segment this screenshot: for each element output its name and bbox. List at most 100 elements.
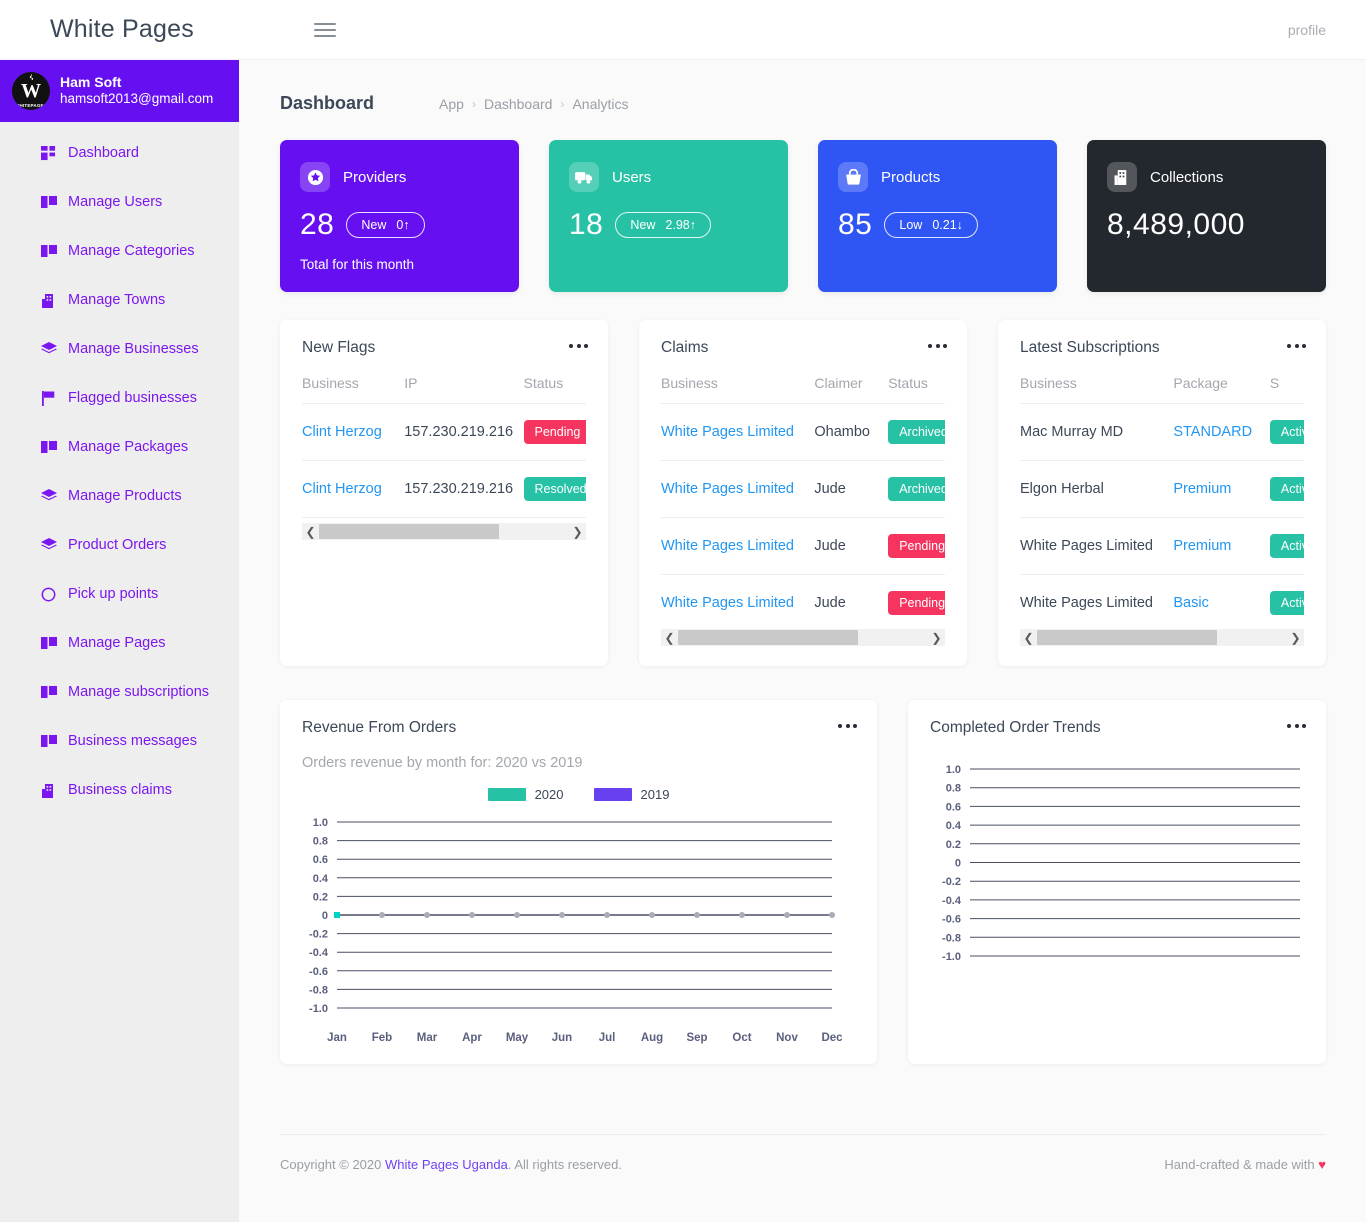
scroll-right-icon[interactable]: ❯: [569, 523, 586, 540]
legend-item-2019[interactable]: 2019: [593, 787, 669, 802]
sidebar-item-manage-packages[interactable]: Manage Packages: [0, 432, 239, 462]
business-cell[interactable]: Clint Herzog: [302, 460, 405, 518]
package-cell-text[interactable]: Premium: [1173, 481, 1231, 497]
panel-menu-icon[interactable]: [1287, 339, 1306, 348]
panel-title: Claims: [661, 339, 709, 356]
new-flags-hscrollbar[interactable]: ❮ ❯: [302, 523, 586, 540]
app-brand[interactable]: White Pages: [50, 15, 194, 44]
profile-link[interactable]: profile: [1288, 22, 1326, 38]
stat-card-users[interactable]: Users 18 New 2.98↑: [549, 140, 788, 292]
status-cell: Active: [1269, 460, 1304, 518]
breadcrumb-item[interactable]: Dashboard: [484, 96, 553, 112]
package-cell[interactable]: Premium: [1173, 460, 1270, 518]
package-cell[interactable]: Premium: [1173, 517, 1270, 575]
footer-link[interactable]: White Pages Uganda: [385, 1157, 508, 1172]
page-header: Dashboard App › Dashboard › Analytics: [239, 60, 1366, 114]
sidebar-item-flagged-businesses[interactable]: Flagged businesses: [0, 383, 239, 413]
stat-pill-value: 2.98↑: [665, 218, 696, 232]
stat-card-products[interactable]: Products 85 Low 0.21↓: [818, 140, 1057, 292]
claims-table: Business Claimer Status White Pages Limite…: [661, 369, 945, 632]
hamburger-icon[interactable]: [313, 22, 336, 37]
sidebar-item-manage-users[interactable]: Manage Users: [0, 187, 239, 217]
sidebar-item-manage-towns[interactable]: Manage Towns: [0, 285, 239, 315]
sidebar-item-manage-subscriptions[interactable]: Manage subscriptions: [0, 677, 239, 707]
status-cell: Archived: [888, 403, 945, 461]
y-tick-label: 0.6: [946, 801, 961, 813]
sidebar-item-manage-businesses[interactable]: Manage Businesses: [0, 334, 239, 364]
sidebar-item-product-orders[interactable]: Product Orders: [0, 530, 239, 560]
table-row: Clint Herzog 157.230.219.216 Resolved: [302, 460, 586, 518]
sidebar-item-pick-up-points[interactable]: Pick up points: [0, 579, 239, 609]
sidebar-item-business-claims[interactable]: Business claims: [0, 775, 239, 805]
sidebar-item-manage-products[interactable]: Manage Products: [0, 481, 239, 511]
stat-card-providers[interactable]: Providers 28 New 0↑ Total for this month: [280, 140, 519, 292]
scroll-left-icon[interactable]: ❮: [302, 523, 319, 540]
business-cell[interactable]: White Pages Limited: [661, 460, 815, 518]
sidebar-item-label: Flagged businesses: [68, 390, 197, 406]
stat-card-collections[interactable]: Collections 8,489,000: [1087, 140, 1326, 292]
sidebar-item-business-messages[interactable]: Business messages: [0, 726, 239, 756]
scroll-thumb[interactable]: [1037, 630, 1217, 645]
x-tick-label: Jul: [599, 1032, 616, 1044]
sidebar-item-manage-categories[interactable]: Manage Categories: [0, 236, 239, 266]
column-header: Package: [1173, 369, 1270, 404]
sidebar-item-manage-pages[interactable]: Manage Pages: [0, 628, 239, 658]
chart-menu-icon[interactable]: [838, 719, 857, 728]
package-cell[interactable]: STANDARD: [1173, 403, 1270, 461]
business-cell-text[interactable]: Clint Herzog: [302, 481, 382, 497]
legend-label: 2020: [534, 787, 564, 802]
scroll-left-icon[interactable]: ❮: [661, 629, 678, 646]
chart-menu-icon[interactable]: [1287, 719, 1306, 728]
business-cell[interactable]: White Pages Limited: [661, 517, 815, 575]
x-tick-label: Dec: [821, 1032, 843, 1044]
sidebar-user-box[interactable]: •'‚, W WHITEPAGES Ham Soft hamsoft2013@g…: [0, 60, 239, 122]
business-cell-text[interactable]: Clint Herzog: [302, 424, 382, 440]
claims-hscrollbar[interactable]: ❮ ❯: [661, 629, 945, 646]
subscriptions-hscrollbar[interactable]: ❮ ❯: [1020, 629, 1304, 646]
layers-icon: [40, 488, 57, 505]
scroll-track[interactable]: [678, 629, 928, 646]
scroll-right-icon[interactable]: ❯: [1287, 629, 1304, 646]
panel-menu-icon[interactable]: [928, 339, 947, 348]
data-point: [694, 912, 700, 918]
breadcrumb-item[interactable]: App: [439, 96, 464, 112]
y-tick-label: 0.6: [313, 854, 328, 866]
scroll-left-icon[interactable]: ❮: [1020, 629, 1037, 646]
package-cell-text[interactable]: Premium: [1173, 538, 1231, 554]
business-cell[interactable]: White Pages Limited: [661, 403, 815, 461]
business-cell-text[interactable]: White Pages Limited: [661, 481, 794, 497]
column-header: Status: [523, 369, 586, 404]
business-cell[interactable]: Clint Herzog: [302, 403, 405, 461]
sidebar-item-label: Manage Packages: [68, 439, 189, 455]
panel-menu-icon[interactable]: [569, 339, 588, 348]
panel-title: Latest Subscriptions: [1020, 339, 1160, 356]
book-icon: [40, 439, 57, 456]
business-cell[interactable]: White Pages Limited: [661, 574, 815, 632]
panel-claims: Claims Business Claimer Status White Pages…: [639, 320, 967, 666]
business-cell-text[interactable]: White Pages Limited: [661, 595, 794, 611]
scroll-thumb[interactable]: [678, 630, 858, 645]
grid-icon: [40, 145, 57, 162]
y-tick-label: -0.2: [942, 876, 961, 888]
business-cell-text[interactable]: White Pages Limited: [661, 424, 794, 440]
column-header: IP: [404, 369, 524, 404]
y-tick-label: -1.0: [309, 1003, 328, 1015]
scroll-track[interactable]: [319, 523, 569, 540]
scroll-thumb[interactable]: [319, 524, 499, 539]
avatar-top-mark: •'‚,: [29, 75, 34, 81]
y-tick-label: 0: [322, 910, 328, 922]
package-cell-text[interactable]: Basic: [1173, 595, 1208, 611]
breadcrumb-item[interactable]: Analytics: [572, 96, 628, 112]
scroll-right-icon[interactable]: ❯: [928, 629, 945, 646]
stat-pill-label: New: [361, 218, 387, 232]
panel-new-flags: New Flags Business IP Status Clint Herzog 1…: [280, 320, 608, 666]
legend-item-2020[interactable]: 2020: [487, 787, 564, 802]
stat-label: Users: [612, 168, 652, 186]
sidebar-item-label: Manage Businesses: [68, 341, 199, 357]
scroll-track[interactable]: [1037, 629, 1287, 646]
package-cell-text[interactable]: STANDARD: [1173, 424, 1252, 440]
sidebar-item-dashboard[interactable]: Dashboard: [0, 138, 239, 168]
business-cell-text[interactable]: White Pages Limited: [661, 538, 794, 554]
x-tick-label: Mar: [417, 1032, 438, 1044]
package-cell[interactable]: Basic: [1173, 574, 1270, 632]
